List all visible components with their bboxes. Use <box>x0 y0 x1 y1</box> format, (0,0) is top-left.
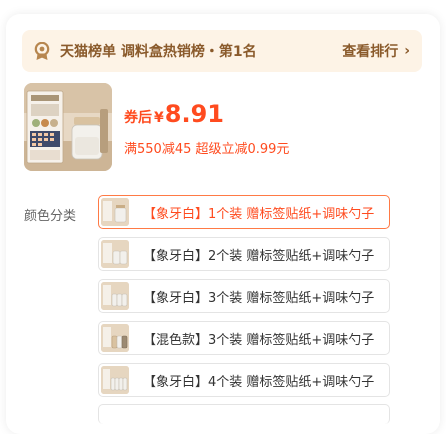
price-currency: ¥ <box>154 110 164 126</box>
rank-banner[interactable]: 天猫榜单 调料盒热销榜・第1名 查看排行 › <box>22 30 422 72</box>
variant-option[interactable]: 【象牙白】2个装 赠标签贴纸+调味勺子 <box>98 237 390 271</box>
variant-option-label: 【混色款】3个装 赠标签贴纸+调味勺子 <box>143 332 375 348</box>
variant-thumbnail <box>101 282 129 310</box>
rank-title: 天猫榜单 调料盒热销榜・第1名 <box>60 44 257 60</box>
variant-option[interactable]: 【象牙白】1个装 赠标签贴纸+调味勺子 <box>98 195 390 229</box>
variant-option-label: 【象牙白】2个装 赠标签贴纸+调味勺子 <box>143 248 375 264</box>
variant-option-label: 【象牙白】4个装 赠标签贴纸+调味勺子 <box>143 374 375 390</box>
variant-option-label: 【象牙白】3个装 赠标签贴纸+调味勺子 <box>143 290 375 306</box>
variant-section-label: 颜色分类 <box>24 209 77 224</box>
view-ranking-label: 查看排行 <box>342 44 399 60</box>
view-ranking-link[interactable]: 查看排行 › <box>342 41 410 61</box>
variant-option-label: 【象牙白】1个装 赠标签贴纸+调味勺子 <box>143 206 375 222</box>
variant-thumbnail <box>101 198 129 226</box>
variant-thumbnail <box>101 324 129 352</box>
variant-option[interactable]: 【混色款】3个装 赠标签贴纸+调味勺子 <box>98 321 390 355</box>
price: 券后 ¥ 8.91 <box>124 100 224 128</box>
variant-thumbnail <box>101 366 129 394</box>
price-prefix: 券后 <box>124 110 152 126</box>
variant-option[interactable]: 【象牙白】4个装 赠标签贴纸+调味勺子 <box>98 363 390 397</box>
product-image[interactable] <box>24 83 112 171</box>
promo-text: 满550减45 超级立减0.99元 <box>124 142 290 157</box>
ranking-badge-icon <box>34 41 52 61</box>
variant-option[interactable]: 【象牙白】3个装 赠标签贴纸+调味勺子 <box>98 279 390 313</box>
variant-thumbnail <box>101 240 129 268</box>
price-value: 8.91 <box>164 100 224 128</box>
chevron-right-icon: › <box>404 43 410 59</box>
variant-option[interactable] <box>98 404 390 424</box>
